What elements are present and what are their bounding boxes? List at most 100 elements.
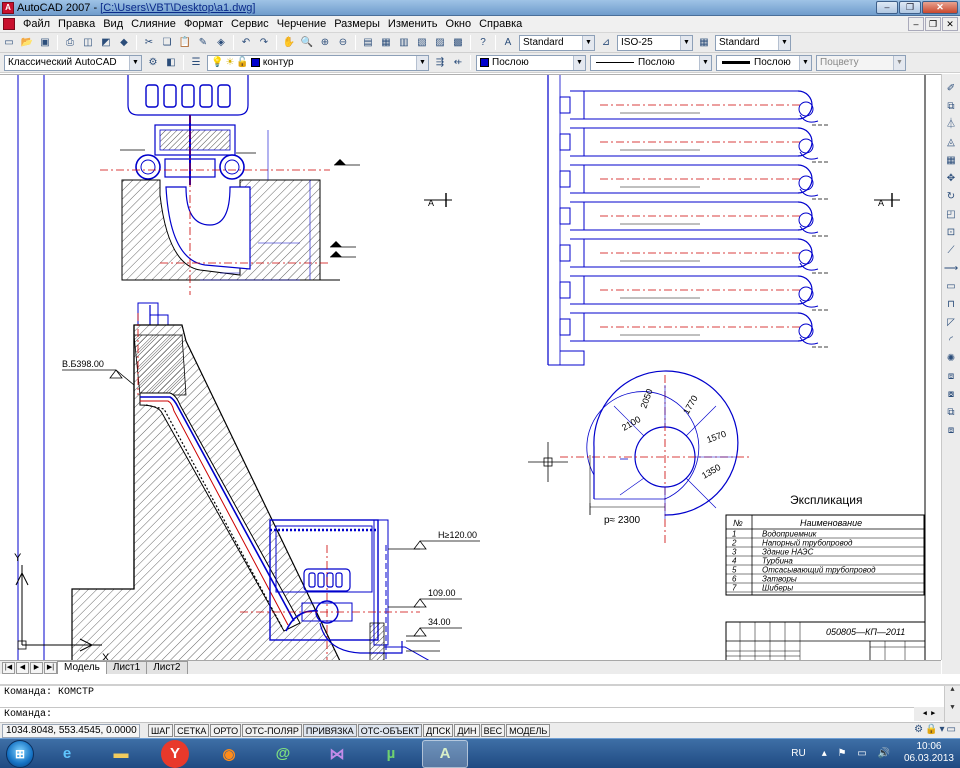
cut-icon[interactable]: ✂ bbox=[141, 35, 157, 51]
status-osnap-button[interactable]: ПРИВЯЗКА bbox=[302, 724, 357, 737]
mirror-icon[interactable]: ⏃ bbox=[944, 117, 958, 132]
draworder-under-icon[interactable]: ⧈ bbox=[944, 423, 958, 438]
taskbar-media-icon[interactable]: ◉ bbox=[206, 740, 252, 768]
lock-toolbars-icon[interactable]: 🔒 bbox=[925, 724, 937, 735]
menu-draw[interactable]: Черчение bbox=[273, 16, 331, 33]
zoom-window-icon[interactable]: ⊕ bbox=[317, 35, 333, 51]
color-select[interactable]: Послою ▼ bbox=[476, 54, 586, 71]
clean-screen-icon[interactable]: ▭ bbox=[947, 724, 956, 735]
rotate-icon[interactable]: ↻ bbox=[944, 189, 958, 204]
explode-icon[interactable]: ✺ bbox=[944, 351, 958, 366]
command-input-line[interactable]: Команда: bbox=[0, 707, 944, 721]
help-icon[interactable]: ? bbox=[475, 35, 491, 51]
open-file-icon[interactable]: 📂 bbox=[19, 35, 35, 51]
maximize-button[interactable]: ❐ bbox=[899, 1, 921, 14]
plotstyle-select[interactable]: Поцвету ▼ bbox=[816, 54, 906, 71]
zoom-realtime-icon[interactable]: 🔍 bbox=[299, 35, 315, 51]
menu-tools[interactable]: Сервис bbox=[227, 16, 273, 33]
tab-last-button[interactable]: ▶| bbox=[44, 662, 57, 674]
tab-next-button[interactable]: ▶ bbox=[30, 662, 43, 674]
close-button[interactable]: ✕ bbox=[922, 1, 958, 14]
tab-layout1[interactable]: Лист1 bbox=[105, 661, 148, 674]
draworder-front-icon[interactable]: ⧈ bbox=[944, 369, 958, 384]
menu-file[interactable]: Файл bbox=[19, 16, 54, 33]
calculator-icon[interactable]: ▩ bbox=[450, 35, 466, 51]
table-style-select[interactable]: Standard ▼ bbox=[715, 34, 791, 51]
status-lwt-button[interactable]: ВЕС bbox=[480, 724, 506, 737]
taskbar-autocad-icon[interactable]: A bbox=[422, 739, 468, 768]
menu-modify[interactable]: Изменить bbox=[384, 16, 442, 33]
doc-close-button[interactable]: ✕ bbox=[942, 17, 958, 31]
join-icon[interactable]: ⊓ bbox=[944, 297, 958, 312]
command-hscroll[interactable]: ◀ ▶ bbox=[914, 707, 944, 721]
pan-icon[interactable]: ✋ bbox=[281, 35, 297, 51]
menu-window[interactable]: Окно bbox=[442, 16, 476, 33]
menu-dimension[interactable]: Размеры bbox=[330, 16, 384, 33]
taskbar-visualstudio-icon[interactable]: ⋈ bbox=[314, 740, 360, 768]
taskbar-explorer-icon[interactable]: ▬ bbox=[98, 740, 144, 768]
stretch-icon[interactable]: ⊡ bbox=[944, 225, 958, 240]
save-icon[interactable]: ▣ bbox=[37, 35, 53, 51]
text-style-select[interactable]: Standard ▼ bbox=[519, 34, 595, 51]
tab-layout2[interactable]: Лист2 bbox=[146, 661, 188, 674]
status-dyn-button[interactable]: ДИН bbox=[454, 724, 480, 737]
document-icon[interactable] bbox=[3, 18, 15, 30]
properties-icon[interactable]: ▤ bbox=[360, 35, 376, 51]
dim-style-select[interactable]: ISO-25 ▼ bbox=[617, 34, 693, 51]
doc-minimize-button[interactable]: – bbox=[908, 17, 924, 31]
minimize-button[interactable]: – bbox=[876, 1, 898, 14]
offset-icon[interactable]: ◬ bbox=[944, 135, 958, 150]
menu-edit[interactable]: Правка bbox=[54, 16, 99, 33]
language-indicator[interactable]: RU bbox=[791, 748, 805, 759]
fillet-icon[interactable]: ◜ bbox=[944, 333, 958, 348]
layer-manager-icon[interactable]: ☰ bbox=[188, 55, 204, 71]
menu-view[interactable]: Вид bbox=[99, 16, 127, 33]
paste-icon[interactable]: 📋 bbox=[177, 35, 193, 51]
draworder-above-icon[interactable]: ⧉ bbox=[944, 405, 958, 420]
new-file-icon[interactable]: ▭ bbox=[1, 35, 17, 51]
match-properties-icon[interactable]: ✎ bbox=[195, 35, 211, 51]
status-ortho-button[interactable]: ОРТО bbox=[210, 724, 242, 737]
autocad-app-icon[interactable]: A bbox=[2, 1, 14, 14]
status-grid-button[interactable]: СЕТКА bbox=[174, 724, 210, 737]
coordinates-display[interactable]: 1034.8048, 553.4545, 0.0000 bbox=[2, 723, 140, 738]
erase-icon[interactable]: ✐ bbox=[944, 81, 958, 96]
menu-format[interactable]: Формат bbox=[180, 16, 227, 33]
lineweight-select[interactable]: Послою ▼ bbox=[716, 54, 812, 71]
workspace-save-icon[interactable]: ◧ bbox=[163, 55, 179, 71]
status-model-button[interactable]: МОДЕЛЬ bbox=[506, 724, 551, 737]
tray-icons[interactable]: ▴ ⚑ ▭ 🔊 bbox=[822, 748, 894, 759]
make-layer-current-icon[interactable]: ⇶ bbox=[432, 55, 448, 71]
status-menu-icon[interactable]: ▾ bbox=[940, 724, 945, 735]
menu-help[interactable]: Справка bbox=[475, 16, 526, 33]
tab-prev-button[interactable]: ◀ bbox=[16, 662, 29, 674]
zoom-previous-icon[interactable]: ⊖ bbox=[335, 35, 351, 51]
communication-center-icon[interactable]: ⚙ bbox=[914, 724, 923, 735]
copy-object-icon[interactable]: ⧉ bbox=[944, 99, 958, 114]
doc-restore-button[interactable]: ❐ bbox=[925, 17, 941, 31]
draworder-back-icon[interactable]: ⧇ bbox=[944, 387, 958, 402]
command-vscroll[interactable]: ▲ ▼ bbox=[944, 686, 960, 724]
linetype-select[interactable]: Послою ▼ bbox=[590, 54, 712, 71]
redo-icon[interactable]: ↷ bbox=[256, 35, 272, 51]
taskbar-yandex-icon[interactable]: Y bbox=[161, 739, 189, 768]
start-button[interactable]: ⊞ bbox=[6, 739, 34, 768]
design-center-icon[interactable]: ◆ bbox=[116, 35, 132, 51]
design-center-palette-icon[interactable]: ▦ bbox=[378, 35, 394, 51]
horizontal-scrollbar-corner[interactable] bbox=[942, 660, 960, 674]
copy-icon[interactable]: ❏ bbox=[159, 35, 175, 51]
print-icon[interactable]: ⎙ bbox=[62, 35, 78, 51]
trim-icon[interactable]: ⟋ bbox=[944, 243, 958, 258]
undo-icon[interactable]: ↶ bbox=[238, 35, 254, 51]
status-otrack-button[interactable]: ОТС-ОБЪЕКТ bbox=[357, 724, 423, 737]
array-icon[interactable]: ▦ bbox=[944, 153, 958, 168]
status-polar-button[interactable]: ОТС-ПОЛЯР bbox=[242, 724, 302, 737]
block-editor-icon[interactable]: ◈ bbox=[213, 35, 229, 51]
status-ducs-button[interactable]: ДПСК bbox=[423, 724, 454, 737]
extend-icon[interactable]: ⟶ bbox=[944, 261, 958, 276]
scale-icon[interactable]: ◰ bbox=[944, 207, 958, 222]
system-clock[interactable]: 10:06 06.03.2013 bbox=[904, 741, 954, 765]
drawing-canvas[interactable]: А В.Б398.00 Н≥120.00 109.00 34.00 Y X А … bbox=[0, 74, 941, 660]
publish-icon[interactable]: ◩ bbox=[98, 35, 114, 51]
chamfer-icon[interactable]: ◸ bbox=[944, 315, 958, 330]
